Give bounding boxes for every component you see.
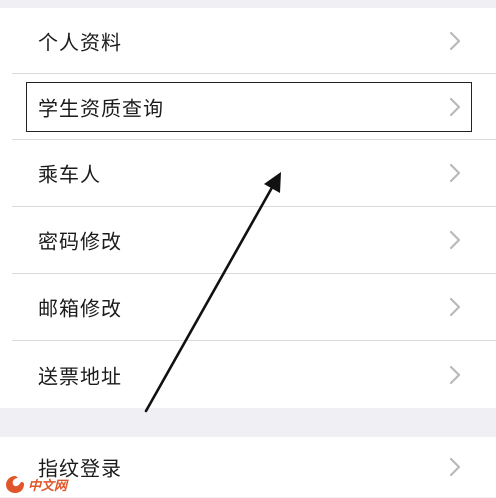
- menu-item-label: 学生资质查询: [38, 96, 164, 121]
- menu-item-change-email[interactable]: 邮箱修改: [0, 274, 496, 340]
- settings-group: 个人资料 学生资质查询 乘车人 密码修改 邮箱修改 送票地址: [0, 8, 496, 408]
- menu-item-label: 个人资料: [38, 30, 122, 55]
- chevron-right-icon: [449, 31, 461, 51]
- menu-item-student-qualification[interactable]: 学生资质查询: [0, 74, 496, 140]
- menu-item-label: 邮箱修改: [38, 296, 122, 321]
- top-spacer: [0, 0, 496, 8]
- chevron-right-icon: [449, 163, 461, 183]
- php-logo-icon: [6, 476, 24, 493]
- menu-item-label: 送票地址: [38, 364, 122, 389]
- watermark-text: 中文网: [28, 478, 68, 493]
- menu-item-label: 密码修改: [38, 229, 122, 254]
- watermark: 中文网: [4, 474, 67, 494]
- menu-item-label: 乘车人: [38, 162, 101, 187]
- chevron-right-icon: [449, 230, 461, 250]
- menu-item-passengers[interactable]: 乘车人: [0, 140, 496, 206]
- menu-item-profile[interactable]: 个人资料: [0, 8, 496, 74]
- chevron-right-icon: [449, 97, 461, 117]
- chevron-right-icon: [449, 365, 461, 385]
- menu-item-delivery-address[interactable]: 送票地址: [0, 342, 496, 408]
- menu-item-change-password[interactable]: 密码修改: [0, 207, 496, 273]
- chevron-right-icon: [449, 457, 461, 477]
- chevron-right-icon: [449, 297, 461, 317]
- menu-item-fingerprint-login[interactable]: 指纹登录: [0, 437, 496, 497]
- divider: [12, 340, 496, 341]
- security-group: 指纹登录: [0, 437, 496, 497]
